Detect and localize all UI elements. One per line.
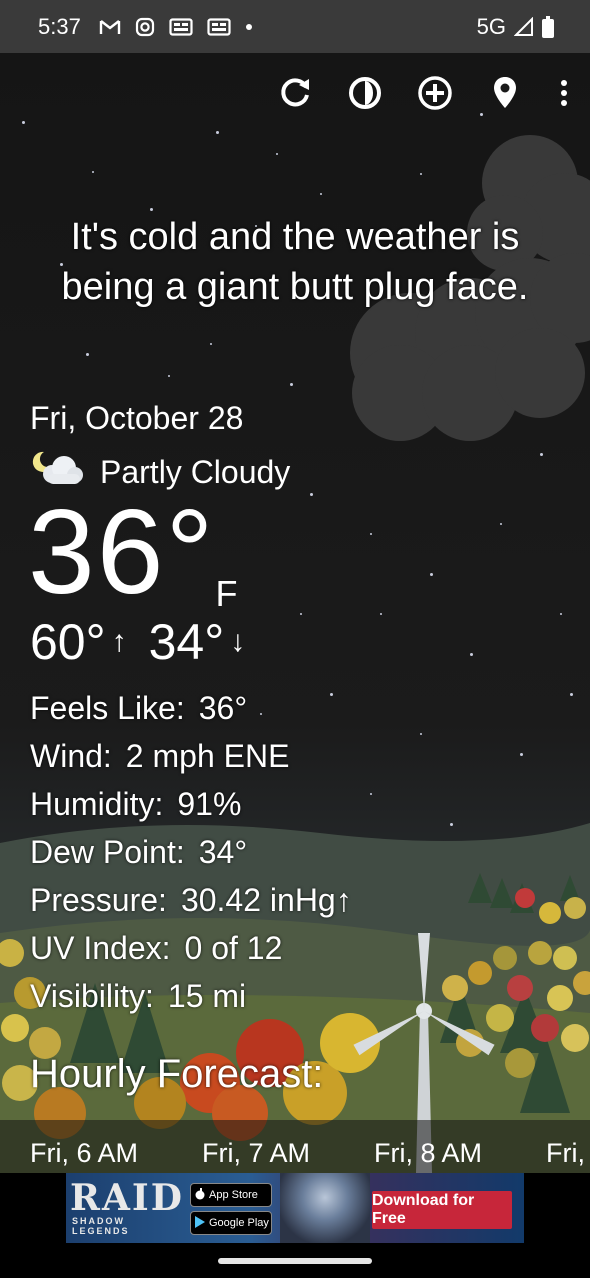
ad-character-image bbox=[280, 1173, 370, 1243]
hourly-item[interactable]: Fri, bbox=[546, 1138, 585, 1169]
detail-value: 36° bbox=[198, 690, 248, 726]
star bbox=[300, 613, 302, 615]
star bbox=[168, 375, 170, 377]
app-store-label: App Store bbox=[209, 1189, 258, 1201]
star bbox=[370, 793, 372, 795]
detail-value: 34° bbox=[198, 834, 248, 870]
detail-wind: Wind: 2 mph ENE bbox=[30, 732, 352, 780]
ad-logo-title: RAID bbox=[70, 1177, 184, 1219]
star bbox=[210, 343, 212, 345]
star bbox=[370, 533, 372, 535]
home-indicator[interactable] bbox=[218, 1258, 372, 1264]
more-vert-icon[interactable] bbox=[554, 68, 574, 118]
ad-logo: RAID SHADOW LEGENDS bbox=[70, 1177, 184, 1237]
detail-label: Feels Like: bbox=[30, 690, 185, 726]
detail-feels-like: Feels Like: 36° bbox=[30, 684, 352, 732]
star bbox=[430, 573, 433, 576]
star bbox=[216, 131, 219, 134]
instagram-icon bbox=[135, 17, 155, 37]
ad-logo-subtitle: SHADOW LEGENDS bbox=[72, 1216, 130, 1236]
detail-label: UV Index: bbox=[30, 930, 171, 966]
detail-value: 2 mph ENE bbox=[125, 738, 290, 774]
weather-screen: 5:37 5G It's cold and the weather is bei… bbox=[0, 0, 590, 1278]
detail-humidity: Humidity: 91% bbox=[30, 780, 352, 828]
low-temp: 34° bbox=[148, 614, 225, 670]
detail-label: Wind: bbox=[30, 738, 112, 774]
detail-label: Visibility: bbox=[30, 978, 154, 1014]
star bbox=[320, 193, 322, 195]
star bbox=[500, 523, 502, 525]
app-store-badge[interactable]: App Store bbox=[190, 1183, 272, 1207]
arrow-down-icon: ↓ bbox=[230, 625, 246, 658]
dot-icon bbox=[245, 23, 253, 31]
arrow-up-icon: ↑ bbox=[111, 625, 127, 658]
star bbox=[450, 823, 453, 826]
detail-visibility: Visibility: 15 mi bbox=[30, 972, 352, 1020]
status-bar: 5:37 5G bbox=[0, 0, 590, 53]
star bbox=[92, 171, 94, 173]
detail-label: Dew Point: bbox=[30, 834, 185, 870]
temperature-value: 36° bbox=[28, 485, 216, 619]
star bbox=[276, 153, 278, 155]
add-location-icon[interactable] bbox=[414, 68, 456, 118]
detail-pressure: Pressure: 30.42 inHg↑ bbox=[30, 876, 352, 924]
detail-uv-index: UV Index: 0 of 12 bbox=[30, 924, 352, 972]
current-temperature: 36° F bbox=[28, 492, 237, 612]
detail-value: 0 of 12 bbox=[184, 930, 283, 966]
hourly-forecast-title: Hourly Forecast: bbox=[30, 1052, 324, 1096]
hourly-item[interactable]: Fri, 8 AM bbox=[374, 1138, 482, 1169]
google-play-badge[interactable]: Google Play bbox=[190, 1211, 272, 1235]
google-play-label: Google Play bbox=[209, 1217, 269, 1229]
star bbox=[520, 753, 523, 756]
detail-label: Pressure: bbox=[30, 882, 167, 918]
apple-icon bbox=[195, 1187, 205, 1203]
star bbox=[420, 733, 422, 735]
star bbox=[86, 353, 89, 356]
detail-label: Humidity: bbox=[30, 786, 164, 822]
news-icon bbox=[169, 17, 193, 36]
play-icon bbox=[195, 1215, 205, 1231]
high-low: 60° ↑ 34° ↓ bbox=[30, 612, 261, 672]
action-toolbar bbox=[274, 68, 574, 118]
star bbox=[540, 453, 543, 456]
temperature-unit: F bbox=[215, 573, 238, 614]
star bbox=[150, 208, 153, 211]
ad-download-button[interactable]: Download for Free bbox=[372, 1191, 512, 1229]
star bbox=[420, 173, 422, 175]
star bbox=[380, 613, 382, 615]
star bbox=[290, 383, 293, 386]
hourly-item[interactable]: Fri, 6 AM bbox=[30, 1138, 138, 1169]
signal-icon bbox=[514, 16, 534, 37]
star bbox=[570, 693, 573, 696]
location-pin-icon[interactable] bbox=[484, 68, 526, 118]
detail-value: 30.42 inHg↑ bbox=[180, 882, 352, 918]
high-temp: 60° bbox=[30, 614, 106, 670]
theme-icon[interactable] bbox=[344, 68, 386, 118]
hourly-item[interactable]: Fri, 7 AM bbox=[202, 1138, 310, 1169]
current-date: Fri, October 28 bbox=[30, 400, 244, 436]
refresh-icon[interactable] bbox=[274, 68, 316, 118]
star bbox=[310, 493, 313, 496]
detail-value: 91% bbox=[177, 786, 242, 822]
ad-banner[interactable]: RAID SHADOW LEGENDS App Store Google Pla… bbox=[66, 1173, 524, 1243]
detail-dew-point: Dew Point: 34° bbox=[30, 828, 352, 876]
news-icon bbox=[207, 17, 231, 36]
details-list: Feels Like: 36° Wind: 2 mph ENE Humidity: 9… bbox=[30, 684, 352, 1020]
star bbox=[470, 653, 473, 656]
status-time: 5:37 bbox=[38, 13, 81, 39]
star bbox=[22, 121, 25, 124]
star bbox=[560, 613, 562, 615]
network-label: 5G bbox=[476, 13, 506, 39]
battery-icon bbox=[542, 15, 554, 38]
detail-value: 15 mi bbox=[167, 978, 247, 1014]
gmail-icon bbox=[99, 18, 121, 36]
snarky-headline: It's cold and the weather is being a gia… bbox=[61, 216, 529, 308]
